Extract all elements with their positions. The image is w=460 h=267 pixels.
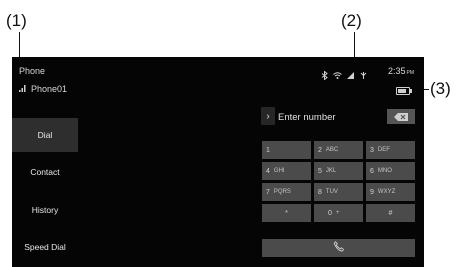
key-0-digit: 0 (328, 209, 332, 217)
key-8-digit: 8 (318, 188, 322, 196)
callout-3-label: (3) (430, 79, 451, 98)
key-4[interactable]: 4 GHI (262, 162, 311, 180)
nav-dial[interactable]: Dial (12, 118, 78, 152)
signal-strength-icon (19, 84, 27, 94)
key-2-letters: ABC (325, 147, 339, 153)
nav-speed-dial-label: Speed Dial (24, 242, 66, 252)
key-9-letters: WXYZ (377, 189, 396, 195)
key-hash-digit: # (388, 209, 393, 217)
wifi-icon (333, 67, 342, 79)
key-3-letters: DEF (377, 147, 390, 153)
key-6-digit: 6 (370, 167, 374, 175)
clock-suffix: PM (406, 70, 415, 76)
key-4-letters: GHI (273, 168, 285, 174)
bluetooth-icon (320, 67, 329, 81)
number-entry-field[interactable]: Enter number (278, 112, 336, 123)
device-name: Phone01 (31, 84, 68, 94)
key-0[interactable]: 0 + (314, 204, 363, 222)
key-7-letters: PQRS (273, 189, 291, 195)
phone-screen: Phone Phone01 2:35PM Dial Contact Histor… (12, 57, 424, 267)
key-1[interactable]: 1 (262, 141, 311, 159)
key-2-digit: 2 (318, 146, 322, 154)
app-title: Phone (19, 66, 46, 76)
key-9[interactable]: 9 WXYZ (366, 183, 415, 201)
key-8-letters: TUV (325, 189, 338, 195)
dial-keypad: 1 2 ABC 3 DEF 4 GHI 5 JKL 6 MNO 7 PQRS 8 TUV 9W… (262, 141, 415, 222)
key-7-digit: 7 (266, 188, 270, 196)
battery-icon (396, 87, 412, 95)
key-hash[interactable]: # (366, 204, 415, 222)
expand-entry-button[interactable]: › (261, 107, 275, 125)
nav-contact[interactable]: Contact (12, 155, 78, 189)
key-5-letters: JKL (325, 168, 337, 174)
clock: 2:35PM (388, 66, 414, 76)
backspace-icon (394, 108, 408, 126)
key-3-digit: 3 (370, 146, 374, 154)
key-8[interactable]: 8 TUV (314, 183, 363, 201)
callout-1-label: (1) (6, 11, 27, 30)
key-7[interactable]: 7 PQRS (262, 183, 311, 201)
clock-time: 2:35 (387, 66, 406, 76)
key-0-letters: + (335, 210, 340, 216)
key-4-digit: 4 (266, 167, 270, 175)
key-6[interactable]: 6 MNO (366, 162, 415, 180)
chevron-right-icon: › (266, 110, 270, 122)
nav-speed-dial[interactable]: Speed Dial (12, 230, 78, 264)
nav-contact-label: Contact (30, 167, 60, 177)
callout-2-label: (2) (341, 11, 362, 30)
call-button[interactable] (262, 239, 415, 257)
nav-history-label: History (31, 205, 59, 215)
key-2[interactable]: 2 ABC (314, 141, 363, 159)
nav-history[interactable]: History (12, 193, 78, 227)
status-icons (320, 67, 368, 81)
phone-icon (333, 239, 345, 257)
signal-icon (346, 67, 355, 79)
key-5-digit: 5 (318, 167, 322, 175)
key-1-digit: 1 (266, 146, 270, 154)
key-3[interactable]: 3 DEF (366, 141, 415, 159)
key-9-digit: 9 (370, 188, 374, 196)
key-star-digit: * (285, 209, 288, 217)
nav-dial-label: Dial (37, 130, 53, 140)
antenna-icon (359, 67, 368, 79)
backspace-button[interactable] (387, 109, 415, 124)
connected-device: Phone01 (19, 84, 67, 94)
key-5[interactable]: 5 JKL (314, 162, 363, 180)
key-star[interactable]: * (262, 204, 311, 222)
key-6-letters: MNO (377, 168, 392, 174)
